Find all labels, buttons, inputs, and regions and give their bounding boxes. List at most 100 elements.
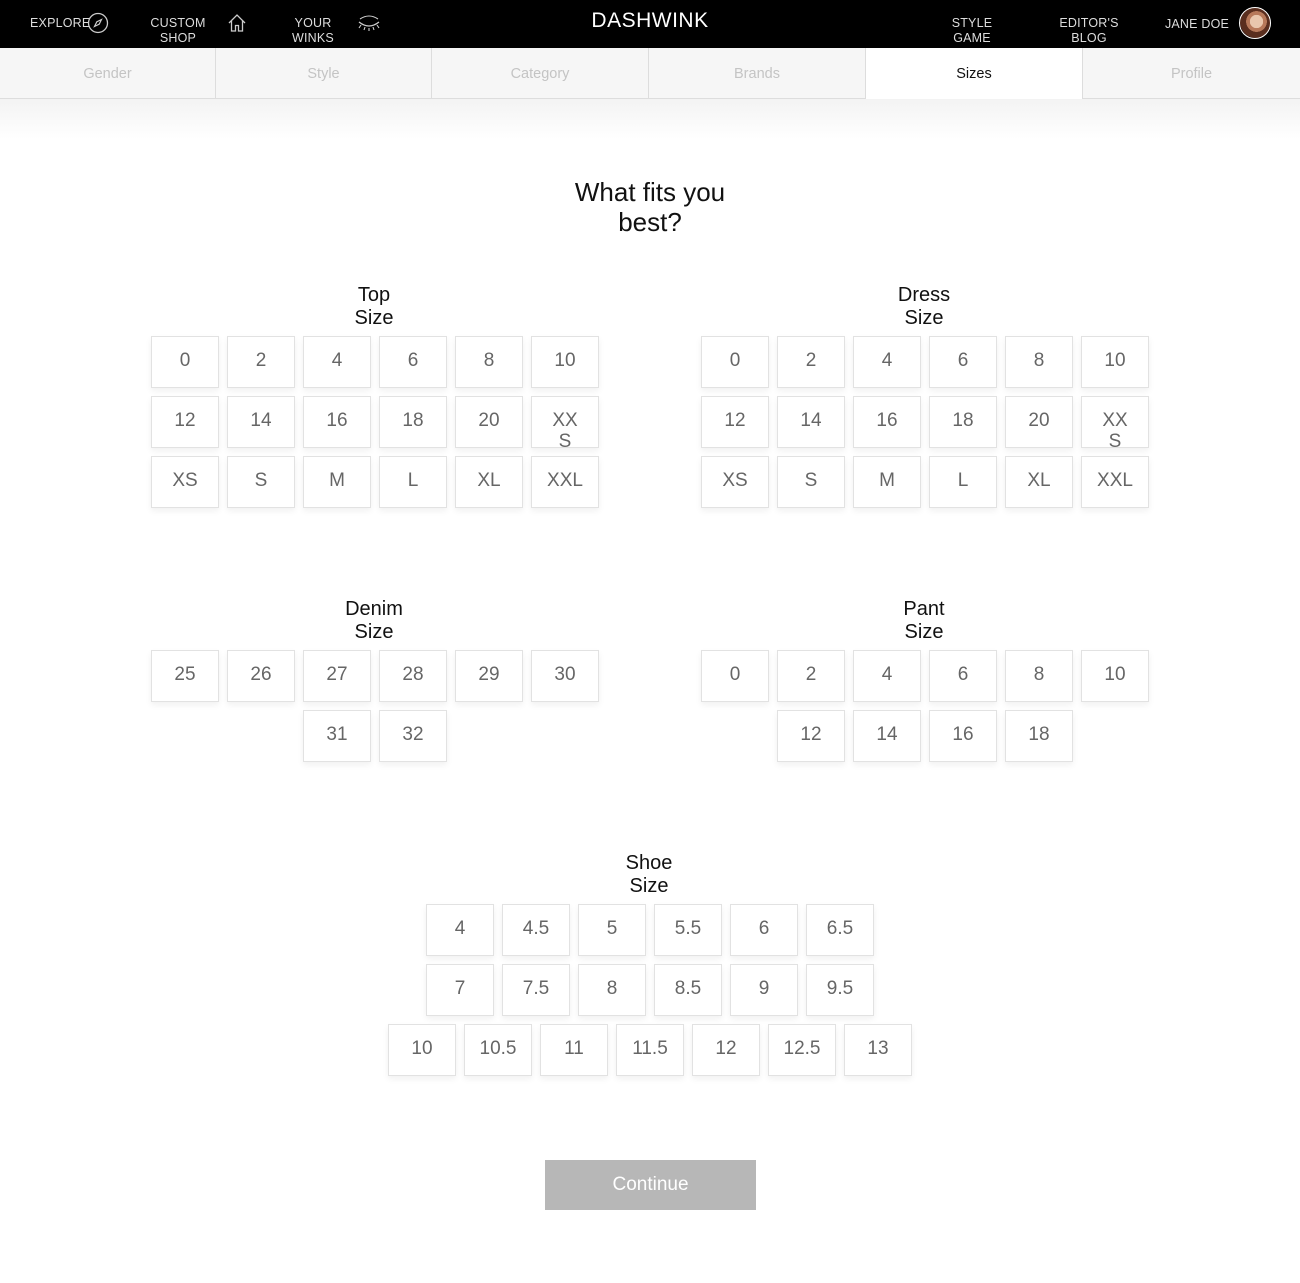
top-size-title: Top Size [354, 284, 394, 329]
top-size-option[interactable]: XS [151, 456, 219, 508]
nav-your-winks[interactable]: YOUR WINKS [288, 16, 338, 46]
dress-size-option[interactable]: 20 [1005, 396, 1073, 448]
home-icon[interactable] [226, 12, 248, 39]
avatar[interactable] [1239, 7, 1271, 39]
pant-size-option[interactable]: 16 [929, 710, 997, 762]
denim-size-option[interactable]: 25 [151, 650, 219, 702]
shoe-size-option[interactable]: 4 [426, 904, 494, 956]
nav-style-game[interactable]: STYLE GAME [944, 16, 1000, 46]
nav-user-name[interactable]: JANE DOE [1160, 17, 1234, 32]
dress-size-option[interactable]: XS [701, 456, 769, 508]
shoe-size-option[interactable]: 12.5 [768, 1024, 836, 1076]
pant-size-option[interactable]: 0 [701, 650, 769, 702]
pant-size-option[interactable]: 4 [853, 650, 921, 702]
top-size-option[interactable]: L [379, 456, 447, 508]
shoe-size-title: Shoe Size [625, 852, 673, 897]
top-size-option[interactable]: S [227, 456, 295, 508]
dress-size-option[interactable]: XL [1005, 456, 1073, 508]
step-brands[interactable]: Brands [649, 48, 866, 98]
dress-size-option[interactable]: S [777, 456, 845, 508]
shoe-size-option[interactable]: 4.5 [502, 904, 570, 956]
nav-editors-blog[interactable]: EDITOR'S BLOG [1052, 16, 1126, 46]
shoe-size-option[interactable]: 5 [578, 904, 646, 956]
denim-size-option[interactable]: 28 [379, 650, 447, 702]
continue-button[interactable]: Continue [545, 1160, 756, 1210]
dress-size-option[interactable]: XXL [1081, 456, 1149, 508]
dress-size-option[interactable]: 8 [1005, 336, 1073, 388]
shoe-size-option[interactable]: 11 [540, 1024, 608, 1076]
dress-size-title: Dress Size [897, 284, 951, 329]
brand-text[interactable]: DASHWINK [591, 9, 708, 32]
pant-size-option[interactable]: 12 [777, 710, 845, 762]
shoe-size-option[interactable]: 13 [844, 1024, 912, 1076]
shoe-size-option[interactable]: 10 [388, 1024, 456, 1076]
top-size-option[interactable]: 4 [303, 336, 371, 388]
shoe-size-option[interactable]: 6 [730, 904, 798, 956]
pant-size-option[interactable]: 18 [1005, 710, 1073, 762]
dress-size-option[interactable]: 12 [701, 396, 769, 448]
top-size-option[interactable]: 6 [379, 336, 447, 388]
top-size-option[interactable]: 18 [379, 396, 447, 448]
nav-explore[interactable]: EXPLORE [30, 16, 90, 31]
shoe-size-option[interactable]: 12 [692, 1024, 760, 1076]
shoe-size-option[interactable]: 8.5 [654, 964, 722, 1016]
pant-size-option[interactable]: 2 [777, 650, 845, 702]
shoe-size-option[interactable]: 7 [426, 964, 494, 1016]
dress-size-option[interactable]: 0 [701, 336, 769, 388]
denim-size-option[interactable]: 27 [303, 650, 371, 702]
pant-size-option[interactable]: 8 [1005, 650, 1073, 702]
dress-size-option[interactable]: 14 [777, 396, 845, 448]
top-size-option[interactable]: 2 [227, 336, 295, 388]
page-title: What fits you best? [574, 177, 726, 237]
pant-size-option[interactable]: 10 [1081, 650, 1149, 702]
denim-size-option[interactable]: 29 [455, 650, 523, 702]
pant-size-option[interactable]: 14 [853, 710, 921, 762]
denim-size-option[interactable]: 31 [303, 710, 371, 762]
denim-size-option[interactable]: 32 [379, 710, 447, 762]
top-size-option[interactable]: 20 [455, 396, 523, 448]
dress-size-option[interactable]: 6 [929, 336, 997, 388]
dress-size-option[interactable]: 2 [777, 336, 845, 388]
dress-size-option[interactable]: L [929, 456, 997, 508]
step-category[interactable]: Category [432, 48, 649, 98]
shoe-size-option[interactable]: 6.5 [806, 904, 874, 956]
top-size-option[interactable]: M [303, 456, 371, 508]
top-size-option[interactable]: XL [455, 456, 523, 508]
top-size-option[interactable]: 10 [531, 336, 599, 388]
top-size-option[interactable]: 12 [151, 396, 219, 448]
denim-size-option[interactable]: 26 [227, 650, 295, 702]
denim-size-option[interactable]: 30 [531, 650, 599, 702]
dress-size-option[interactable]: 4 [853, 336, 921, 388]
denim-size-title: Denim Size [345, 598, 403, 643]
step-style[interactable]: Style [216, 48, 432, 98]
shoe-size-option[interactable]: 8 [578, 964, 646, 1016]
pant-size-option[interactable]: 6 [929, 650, 997, 702]
shoe-size-option[interactable]: 5.5 [654, 904, 722, 956]
top-size-option[interactable]: 16 [303, 396, 371, 448]
top-size-option[interactable]: 14 [227, 396, 295, 448]
dress-size-option[interactable]: 18 [929, 396, 997, 448]
tabs-shadow [0, 99, 1300, 139]
top-size-option[interactable]: 0 [151, 336, 219, 388]
top-size-option[interactable]: XXS [531, 396, 599, 448]
step-tabs: Gender Style Category Brands Sizes Profi… [0, 48, 1300, 99]
step-sizes[interactable]: Sizes [866, 48, 1083, 99]
shoe-size-option[interactable]: 9 [730, 964, 798, 1016]
dress-size-option[interactable]: M [853, 456, 921, 508]
shoe-size-option[interactable]: 11.5 [616, 1024, 684, 1076]
step-gender[interactable]: Gender [0, 48, 216, 98]
dress-size-option[interactable]: XXS [1081, 396, 1149, 448]
shoe-size-option[interactable]: 10.5 [464, 1024, 532, 1076]
dress-size-option[interactable]: 10 [1081, 336, 1149, 388]
nav-custom-shop[interactable]: CUSTOM SHOP [148, 16, 208, 46]
top-nav: EXPLORE CUSTOM SHOP YOUR WINKS DASHWINK … [0, 0, 1300, 48]
compass-icon[interactable] [87, 12, 109, 39]
dress-size-option[interactable]: 16 [853, 396, 921, 448]
shoe-size-option[interactable]: 7.5 [502, 964, 570, 1016]
step-profile[interactable]: Profile [1083, 48, 1300, 98]
wink-eye-icon[interactable] [356, 14, 382, 39]
shoe-size-option[interactable]: 9.5 [806, 964, 874, 1016]
top-size-option[interactable]: 8 [455, 336, 523, 388]
pant-size-title: Pant Size [903, 598, 945, 643]
top-size-option[interactable]: XXL [531, 456, 599, 508]
